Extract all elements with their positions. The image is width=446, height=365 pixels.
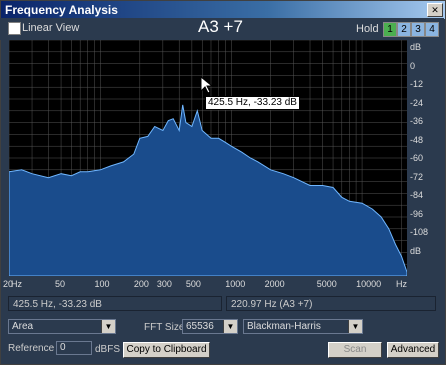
y-tick-label: -24 bbox=[410, 97, 424, 108]
reference-value: 0 bbox=[60, 342, 66, 353]
spectrum-area bbox=[8, 104, 408, 277]
close-button[interactable]: ✕ bbox=[427, 3, 443, 17]
y-tick-label: -72 bbox=[410, 171, 424, 182]
copy-to-clipboard-button[interactable]: Copy to Clipboard bbox=[123, 342, 210, 358]
linear-view-checkbox[interactable] bbox=[8, 22, 21, 35]
fft-size-select[interactable]: 65536 ▼ bbox=[182, 319, 238, 334]
x-tick-label: 1000 bbox=[225, 279, 246, 289]
x-tick-label: 20 bbox=[3, 279, 14, 289]
chevron-down-icon[interactable]: ▼ bbox=[348, 320, 362, 333]
window-title: Frequency Analysis bbox=[5, 3, 118, 17]
status-cursor-readout: 425.5 Hz, -33.23 dB bbox=[8, 296, 222, 311]
window-function-select[interactable]: Blackman-Harris ▼ bbox=[243, 319, 363, 334]
y-tick-label: -84 bbox=[410, 190, 424, 200]
y-tick-label: -12 bbox=[410, 79, 424, 89]
status-peak-readout: 220.97 Hz (A3 +7) bbox=[226, 296, 436, 311]
hold-button-2[interactable]: 2 bbox=[397, 22, 411, 37]
x-axis bbox=[9, 276, 407, 290]
hold-button-1[interactable]: 1 bbox=[383, 22, 397, 37]
y-tick-label: -108 bbox=[410, 227, 429, 237]
x-tick-label: 10000 bbox=[356, 279, 382, 289]
hold-button-4[interactable]: 4 bbox=[425, 22, 439, 37]
y-tick-label: -36 bbox=[410, 116, 424, 126]
chevron-down-icon[interactable]: ▼ bbox=[223, 320, 237, 333]
algorithm-select[interactable]: Area ▼ bbox=[8, 319, 116, 334]
x-tick-label: 500 bbox=[185, 279, 201, 289]
x-tick-label: 100 bbox=[94, 279, 110, 289]
x-tick-label: 5000 bbox=[316, 279, 337, 289]
scan-button[interactable]: Scan bbox=[328, 342, 382, 358]
y-tick-label: 0 bbox=[410, 60, 416, 71]
y-tick-label: -96 bbox=[410, 208, 424, 219]
reference-label: Reference bbox=[8, 343, 55, 354]
dbfs-label: dBFS bbox=[95, 344, 121, 355]
advanced-button[interactable]: Advanced bbox=[387, 342, 439, 358]
fft-size-label: FFT Size bbox=[144, 322, 185, 333]
x-tick-label: 2000 bbox=[264, 279, 285, 289]
hold-button-3[interactable]: 3 bbox=[411, 22, 425, 37]
x-tick-label: 50 bbox=[55, 279, 66, 289]
note-readout: A3 +7 bbox=[198, 17, 243, 36]
cursor-tooltip: 425.5 Hz, -33.23 dB bbox=[205, 96, 300, 110]
x-tick-label: 300 bbox=[156, 279, 172, 289]
mouse-cursor-icon bbox=[200, 76, 214, 94]
hold-label: Hold bbox=[356, 23, 379, 35]
y-tick-label: -48 bbox=[410, 134, 424, 145]
x-tick-label: Hz bbox=[396, 279, 407, 289]
x-tick-label: 200 bbox=[133, 279, 149, 289]
y-tick-label: dB bbox=[410, 245, 422, 256]
linear-view-label: Linear View bbox=[22, 22, 80, 34]
window-function-value: Blackman-Harris bbox=[247, 321, 321, 332]
reference-input[interactable]: 0 bbox=[56, 341, 92, 355]
algorithm-value: Area bbox=[12, 321, 34, 332]
y-tick-label: dB bbox=[410, 42, 422, 52]
fft-size-value: 65536 bbox=[186, 321, 214, 332]
chevron-down-icon[interactable]: ▼ bbox=[101, 320, 115, 333]
y-tick-label: -60 bbox=[410, 153, 424, 163]
